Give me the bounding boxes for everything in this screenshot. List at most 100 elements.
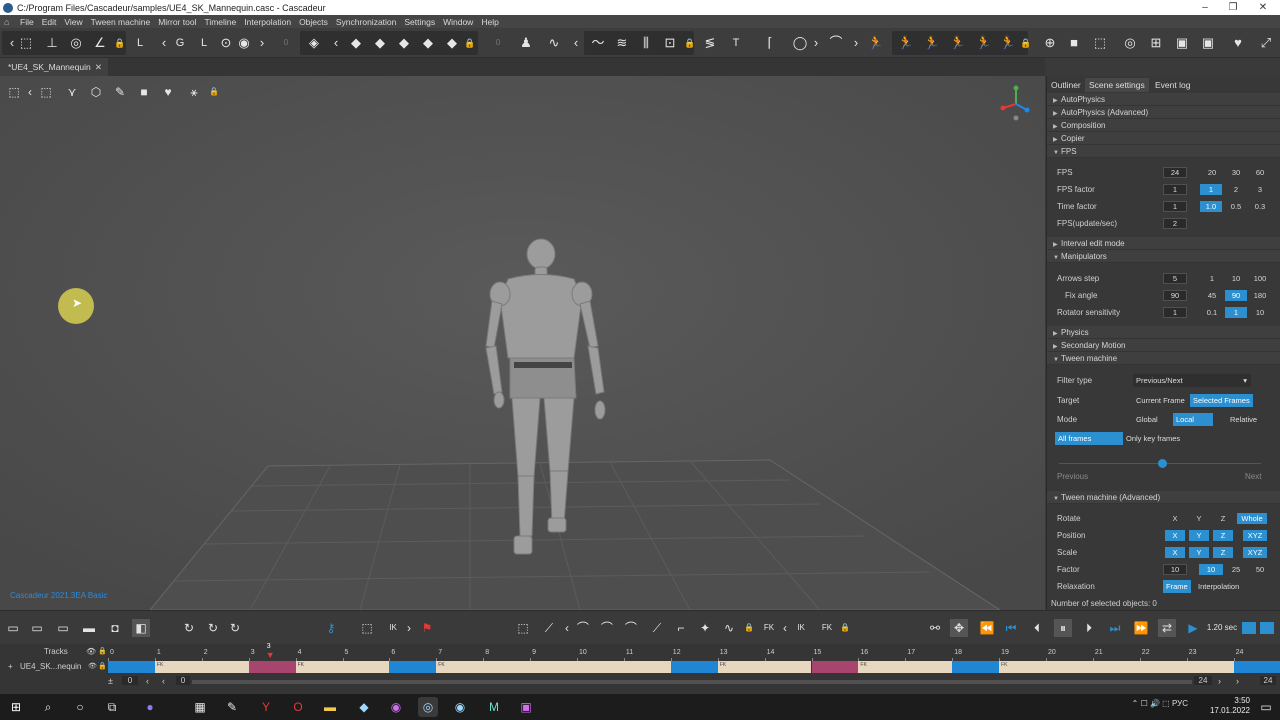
fix-angle-option-180[interactable]: 180 (1249, 290, 1271, 301)
fix-angle-value[interactable]: 90 (1163, 290, 1187, 301)
prev-frame-icon[interactable]: ⏴ (1028, 619, 1046, 637)
pen-icon[interactable]: ✎ (110, 82, 130, 102)
rotate-x[interactable]: X (1165, 513, 1185, 524)
tab-outliner[interactable]: Outliner (1047, 78, 1085, 92)
menu-settings[interactable]: Settings (404, 17, 435, 27)
close-tab-icon[interactable]: ✕ (95, 58, 102, 76)
arrows-step-option-100[interactable]: 100 (1249, 273, 1271, 284)
key-c-icon[interactable]: ◆ (394, 32, 414, 54)
fk-button-b[interactable]: FK (818, 619, 836, 637)
range-scrollbar[interactable] (192, 680, 1192, 684)
clock[interactable]: 3:50 17.01.2022 (1210, 696, 1250, 716)
cortana-icon[interactable]: ○ (70, 697, 90, 717)
spiral-icon[interactable]: ◎ (1120, 32, 1140, 54)
camera-add-icon[interactable]: ◘ (106, 619, 124, 637)
mode-global[interactable]: Global (1133, 413, 1161, 426)
m-app-icon[interactable]: M (484, 697, 504, 717)
grid-icon[interactable]: ⊞ (1146, 32, 1166, 54)
tween-slider[interactable] (1047, 457, 1280, 469)
lock-icon[interactable]: 🔒 (680, 32, 700, 54)
minimize-button[interactable]: – (1190, 0, 1220, 15)
play-speed-icon[interactable]: ▶ (1184, 619, 1202, 637)
stack-icon[interactable]: ≋ (612, 32, 632, 54)
move-icon[interactable]: ⊥ (42, 32, 62, 54)
only-key-frames-button[interactable]: Only key frames (1123, 432, 1183, 445)
arrows-step-option-1[interactable]: 1 (1203, 273, 1221, 284)
physics-a-icon[interactable]: 🏃 (896, 32, 916, 54)
range-start-next-icon[interactable]: ‹ (162, 676, 165, 686)
document-tab[interactable]: *UE4_SK_Mannequin ✕ (0, 58, 108, 76)
close-button[interactable]: ✕ (1248, 0, 1278, 15)
pose-icon[interactable]: ⚯ (926, 619, 944, 637)
range-end-prev-icon[interactable]: › (1218, 676, 1221, 686)
arc-c-icon[interactable]: ⌒ (622, 619, 640, 637)
range-end-field-2[interactable]: 24 (1260, 676, 1276, 685)
factor-value[interactable]: 10 (1163, 564, 1187, 575)
timeline-interval-segment[interactable]: FK (858, 661, 953, 673)
timeline-track-bar[interactable]: FK FK FK FK FK FK (108, 661, 1280, 673)
key-e-icon[interactable]: ◆ (442, 32, 462, 54)
fps-factor-option-2[interactable]: 2 (1227, 184, 1245, 195)
prev-key-icon[interactable]: ⏮ (1002, 619, 1020, 637)
expand-track-icon[interactable]: + (8, 662, 13, 671)
corner-icon[interactable]: ⌈ (760, 32, 780, 54)
physics-e-icon[interactable]: 🏃 (998, 32, 1018, 54)
rotator-sensitivity-option-01[interactable]: 0.1 (1203, 307, 1221, 318)
loop-icon[interactable]: ⇄ (1158, 619, 1176, 637)
split-icon[interactable]: ◧ (132, 619, 150, 637)
fps-factor-option-1[interactable]: 1 (1200, 184, 1222, 195)
record-app-icon[interactable]: ▣ (516, 697, 536, 717)
factor-option-25[interactable]: 25 (1227, 564, 1245, 575)
go-end-icon[interactable]: ⏩ (1132, 619, 1150, 637)
cascadeur-taskbar-icon[interactable]: ◎ (418, 697, 438, 717)
step-icon[interactable]: ⌐ (672, 619, 690, 637)
arc-b-icon[interactable]: ⌒ (598, 619, 616, 637)
rotator-sensitivity-option-1[interactable]: 1 (1225, 307, 1247, 318)
scale-icon[interactable]: ∠ (90, 32, 110, 54)
lock-icon[interactable]: 🔒 (110, 32, 130, 54)
all-frames-button[interactable]: All frames (1055, 432, 1123, 445)
ik-button[interactable]: IK (792, 619, 810, 637)
physics-b-icon[interactable]: 🏃 (922, 32, 942, 54)
menu-synchronization[interactable]: Synchronization (336, 17, 396, 27)
select-rect-icon[interactable]: ⬚ (16, 32, 36, 54)
3d-viewport[interactable]: ⬚ ‹ ⬚ ⋎ ⬡ ✎ ■ ♥ ⚹ 🔒 ➤ Cascadeur 2021.3EA… (0, 76, 1045, 610)
home-icon[interactable]: ⌂ (4, 17, 14, 27)
pen-app-icon[interactable]: ✎ (222, 697, 242, 717)
scale-z[interactable]: Z (1213, 547, 1233, 558)
playhead-marker[interactable]: 3 ▼ (266, 643, 277, 660)
folder-icon[interactable]: ▭ (4, 619, 22, 637)
layers-icon[interactable]: ▣ (1172, 32, 1192, 54)
remove-folder-icon[interactable]: ▭ (54, 619, 72, 637)
key-set-icon[interactable]: ◈ (304, 32, 324, 54)
curve-icon[interactable]: ∿ (544, 32, 564, 54)
fit-icon[interactable]: ⬚ (358, 619, 376, 637)
select-keys-icon[interactable]: ⬚ (514, 619, 532, 637)
track-visibility-icon[interactable]: 👁 (88, 662, 97, 670)
lock-icon[interactable]: 🔒 (460, 32, 480, 54)
factor-option-10[interactable]: 10 (1199, 564, 1223, 575)
chevron-right-icon[interactable]: › (806, 32, 826, 54)
windows-start-icon[interactable]: ⊞ (6, 697, 26, 717)
menu-mirror-tool[interactable]: Mirror tool (158, 17, 196, 27)
lock-icon[interactable]: 🔒 (98, 647, 107, 655)
section-interval-edit[interactable]: ▶ Interval edit mode (1047, 237, 1280, 250)
cycle-a-icon[interactable]: ↻ (180, 619, 198, 637)
notifications-icon[interactable]: ▭ (1256, 697, 1276, 717)
collapse-icon[interactable]: ± (108, 676, 113, 686)
range-start-field-2[interactable]: 0 (176, 676, 190, 685)
cube-wire-icon[interactable]: ⬡ (86, 82, 106, 102)
track-lock-icon[interactable]: 🔒 (98, 662, 107, 670)
local-mode-button[interactable]: L (130, 32, 150, 54)
menu-edit[interactable]: Edit (42, 17, 57, 27)
lock-icon[interactable]: 🔒 (1016, 32, 1036, 54)
section-autophysics-advanced[interactable]: ▶ AutoPhysics (Advanced) (1047, 106, 1280, 119)
camera-icon[interactable]: ■ (1064, 32, 1084, 54)
linear-icon[interactable]: ⟋ (648, 619, 666, 637)
rotate-icon[interactable]: ◎ (66, 32, 86, 54)
menu-view[interactable]: View (64, 17, 82, 27)
yandex-icon[interactable]: Y (256, 697, 276, 717)
axis-gizmo[interactable] (999, 82, 1033, 122)
mirror-icon[interactable]: ✥ (950, 619, 968, 637)
tab-scene-settings[interactable]: Scene settings (1085, 78, 1149, 92)
